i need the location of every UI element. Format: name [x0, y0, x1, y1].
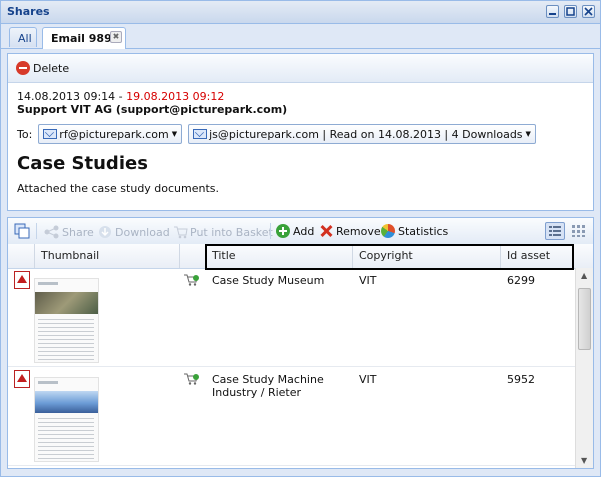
download-icon: [99, 226, 111, 238]
envelope-icon: [43, 129, 58, 139]
download-label: Download: [115, 225, 170, 239]
copy-select-icon: [14, 223, 30, 239]
recipient-label: rf@picturepark.com: [59, 127, 169, 141]
sender: Support VIT AG (support@picturepark.com): [17, 103, 288, 116]
close-icon[interactable]: [582, 5, 595, 18]
shares-window: Shares All Email 989 ✖ Delete 14.08.2013…: [0, 0, 601, 477]
date-end: 19.08.2013 09:12: [126, 90, 225, 103]
chevron-down-icon: ▼: [171, 130, 178, 138]
basket-add-icon[interactable]: [184, 274, 199, 286]
tab-strip: All Email 989 ✖: [1, 24, 600, 49]
add-label: Add: [293, 224, 315, 238]
recipients-row: To: rf@picturepark.com ▼ js@picturepark.…: [17, 124, 536, 144]
email-detail-panel: Delete 14.08.2013 09:14 - 19.08.2013 09:…: [7, 53, 594, 211]
cell-id-asset: 5952: [507, 373, 535, 386]
statistics-icon: [381, 224, 395, 238]
share-label: Share: [62, 225, 94, 239]
envelope-open-icon: [193, 129, 208, 139]
download-button[interactable]: Download: [98, 225, 170, 239]
to-label: To:: [17, 127, 33, 141]
cell-copyright: VIT: [359, 373, 377, 386]
put-into-basket-label: Put into Basket: [190, 225, 273, 239]
tab-label: Email 989: [51, 32, 112, 45]
grid-toolbar: Share Download Put into Basket Add Remov…: [8, 218, 593, 245]
recipient-chip-js[interactable]: js@picturepark.com | Read on 14.08.2013 …: [188, 124, 536, 144]
delete-button[interactable]: Delete: [16, 61, 69, 75]
recipient-chip-rf[interactable]: rf@picturepark.com ▼: [38, 124, 183, 144]
tab-close-icon[interactable]: ✖: [110, 31, 122, 43]
asset-thumbnail[interactable]: [34, 278, 99, 363]
toolbar-separator: [36, 223, 37, 239]
toolbar-separator: [270, 223, 271, 239]
remove-icon: [319, 224, 333, 238]
assets-grid: Share Download Put into Basket Add Remov…: [7, 217, 594, 469]
add-button[interactable]: Add: [276, 224, 314, 238]
cell-title: Case Study Machine: [212, 373, 324, 386]
remove-label: Remove: [336, 224, 381, 238]
list-view-button[interactable]: [545, 222, 565, 240]
cell-title-line2: Industry / Rieter: [212, 386, 302, 399]
email-subject: Case Studies: [17, 153, 148, 174]
window-titlebar: Shares: [1, 1, 600, 24]
header-icon-col: [8, 244, 35, 268]
vertical-scrollbar[interactable]: ▲ ▼: [575, 268, 593, 468]
column-highlight-box: [205, 244, 574, 270]
list-view-icon: [549, 226, 561, 236]
basket-icon: [174, 226, 188, 239]
pdf-icon: [14, 271, 30, 289]
basket-add-icon[interactable]: [184, 373, 199, 385]
tab-label: All: [18, 32, 32, 45]
detail-toolbar: Delete: [8, 54, 593, 83]
thumbnail-view-button[interactable]: [569, 222, 589, 240]
maximize-icon[interactable]: [564, 5, 577, 18]
header-thumbnail[interactable]: Thumbnail: [35, 244, 180, 268]
statistics-button[interactable]: Statistics: [381, 224, 448, 238]
put-into-basket-button[interactable]: Put into Basket: [173, 225, 273, 239]
add-icon: [276, 224, 290, 238]
date-separator: -: [115, 90, 127, 103]
delete-label: Delete: [33, 61, 70, 75]
statistics-label: Statistics: [398, 224, 449, 238]
table-row[interactable]: Case Study Machine Industry / Rieter VIT…: [8, 367, 575, 466]
date-start: 14.08.2013 09:14: [17, 90, 116, 103]
scroll-down-icon[interactable]: ▼: [581, 456, 587, 465]
delete-icon: [16, 61, 30, 75]
asset-thumbnail[interactable]: [34, 377, 99, 462]
header-basket-col: [180, 244, 206, 268]
email-body: Attached the case study documents.: [17, 182, 220, 195]
pdf-icon: [14, 370, 30, 388]
scroll-up-icon[interactable]: ▲: [581, 271, 587, 280]
minimize-icon[interactable]: [546, 5, 559, 18]
tab-email-989[interactable]: Email 989 ✖: [42, 27, 126, 49]
cell-title: Case Study Museum: [212, 274, 325, 287]
cell-id-asset: 6299: [507, 274, 535, 287]
table-row[interactable]: Case Study Museum VIT 6299: [8, 268, 575, 367]
grid-view-icon: [572, 225, 585, 237]
remove-button[interactable]: Remove: [319, 224, 381, 238]
recipient-label: js@picturepark.com | Read on 14.08.2013 …: [209, 127, 523, 141]
chevron-down-icon: ▼: [525, 130, 531, 138]
select-all-button[interactable]: [14, 223, 30, 239]
scroll-thumb[interactable]: [578, 288, 591, 350]
share-icon: [44, 225, 59, 239]
share-button[interactable]: Share: [44, 225, 94, 239]
date-range: 14.08.2013 09:14 - 19.08.2013 09:12: [17, 90, 224, 103]
window-title: Shares: [7, 5, 50, 18]
tab-all[interactable]: All: [9, 27, 37, 47]
cell-copyright: VIT: [359, 274, 377, 287]
